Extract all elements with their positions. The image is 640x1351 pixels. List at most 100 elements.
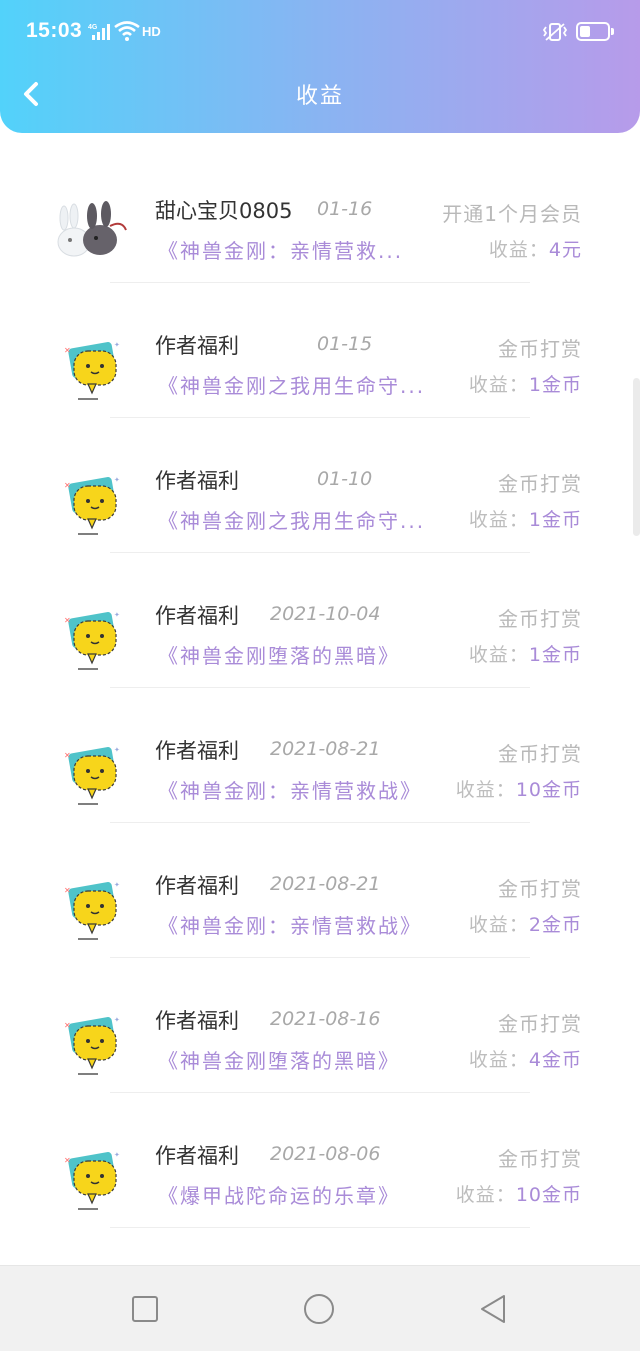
user-name: 作者福利	[155, 874, 239, 898]
item-date: 2021-10-04	[270, 603, 381, 625]
wifi-icon	[114, 21, 140, 45]
vibrate-icon	[542, 22, 568, 46]
item-date: 2021-08-21	[270, 873, 381, 895]
earning-type: 金币打赏	[498, 742, 582, 766]
svg-text:4G: 4G	[88, 24, 98, 31]
svg-text:✦: ✦	[114, 746, 120, 754]
divider	[110, 1227, 530, 1228]
item-date: 2021-08-16	[270, 1008, 381, 1030]
item-date: 01-16	[317, 198, 373, 220]
earning-type: 金币打赏	[498, 607, 582, 631]
chat-bubble-avatar[interactable]: ✕ ✦	[52, 1006, 128, 1080]
chat-bubble-avatar[interactable]: ✕ ✦	[52, 1141, 128, 1215]
book-title[interactable]: 《神兽金刚之我用生命守...	[158, 370, 425, 399]
user-name: 作者福利	[155, 739, 239, 763]
earnings: 收益：2金币	[469, 910, 582, 937]
earning-type: 金币打赏	[498, 1012, 582, 1036]
system-nav-bar	[0, 1265, 640, 1351]
earning-type: 金币打赏	[498, 877, 582, 901]
svg-text:✕: ✕	[64, 616, 71, 625]
item-date: 01-10	[317, 468, 373, 490]
svg-text:✦: ✦	[114, 881, 120, 889]
list-item[interactable]: ✕ ✦ 作者福利 2021-08-21 金币打赏 《神兽金刚：亲情营救战》 收益…	[0, 823, 640, 958]
earnings-value: 1金币	[528, 374, 582, 396]
svg-text:✦: ✦	[114, 1016, 120, 1024]
back-nav-button[interactable]	[476, 1292, 510, 1326]
earnings-label: 收益：	[468, 914, 529, 936]
chat-bubble-avatar[interactable]: ✕ ✦	[52, 871, 128, 945]
item-date: 01-15	[317, 333, 373, 355]
earnings: 收益：1金币	[469, 370, 582, 397]
battery-tip	[611, 28, 614, 35]
earnings-label: 收益：	[468, 1049, 529, 1071]
list-item[interactable]: ✕ ✦ 作者福利 2021-10-04 金币打赏 《神兽金刚堕落的黑暗》 收益：…	[0, 553, 640, 688]
earnings-value: 10金币	[515, 1184, 582, 1206]
earnings: 收益：1金币	[469, 505, 582, 532]
user-name: 作者福利	[155, 334, 239, 358]
book-title[interactable]: 《神兽金刚之我用生命守...	[158, 505, 425, 534]
book-title[interactable]: 《神兽金刚堕落的黑暗》	[158, 640, 400, 669]
status-bar: 15:03 4G HD	[0, 0, 640, 66]
svg-text:✕: ✕	[64, 481, 71, 490]
list-item[interactable]: ✕ ✦ 作者福利 01-15 金币打赏 《神兽金刚之我用生命守... 收益：1金…	[0, 283, 640, 418]
recent-apps-button[interactable]	[128, 1292, 162, 1326]
user-name: 作者福利	[155, 604, 239, 628]
earnings-label: 收益：	[455, 779, 516, 801]
book-title[interactable]: 《神兽金刚：亲情营救...	[158, 235, 403, 264]
user-name: 作者福利	[155, 1144, 239, 1168]
hd-indicator: HD	[142, 24, 161, 39]
svg-text:✕: ✕	[64, 1156, 71, 1165]
earnings-value: 10金币	[515, 779, 582, 801]
earnings: 收益：10金币	[456, 775, 582, 802]
earnings-value: 4金币	[528, 1049, 582, 1071]
chat-bubble-avatar[interactable]: ✕ ✦	[52, 466, 128, 540]
battery-icon	[576, 22, 610, 41]
list-item[interactable]: ✕ ✦ 作者福利 01-10 金币打赏 《神兽金刚之我用生命守... 收益：1金…	[0, 418, 640, 553]
page-title: 收益	[295, 84, 344, 109]
svg-text:✦: ✦	[114, 1151, 120, 1159]
book-title[interactable]: 《爆甲战陀命运的乐章》	[158, 1180, 400, 1209]
earnings-label: 收益：	[488, 239, 549, 261]
earnings-label: 收益：	[468, 509, 529, 531]
earnings: 收益：4金币	[469, 1045, 582, 1072]
book-title[interactable]: 《神兽金刚堕落的黑暗》	[158, 1045, 400, 1074]
home-icon	[304, 1294, 334, 1324]
book-title[interactable]: 《神兽金刚：亲情营救战》	[158, 775, 422, 804]
user-name: 作者福利	[155, 469, 239, 493]
earnings-label: 收益：	[468, 374, 529, 396]
earning-type: 金币打赏	[498, 337, 582, 361]
earnings-list: 甜心宝贝0805 01-16 开通1个月会员 《神兽金刚：亲情营救... 收益：…	[0, 148, 640, 1228]
svg-text:✦: ✦	[114, 341, 120, 349]
item-date: 2021-08-06	[270, 1143, 381, 1165]
svg-text:✕: ✕	[64, 346, 71, 355]
earnings-label: 收益：	[455, 1184, 516, 1206]
recent-apps-icon	[132, 1296, 158, 1322]
chat-bubble-avatar[interactable]: ✕ ✦	[52, 736, 128, 810]
list-item[interactable]: ✕ ✦ 作者福利 2021-08-21 金币打赏 《神兽金刚：亲情营救战》 收益…	[0, 688, 640, 823]
earnings: 收益：10金币	[456, 1180, 582, 1207]
earnings-value: 4元	[548, 239, 582, 261]
user-name: 作者福利	[155, 1009, 239, 1033]
rabbit-avatar[interactable]	[52, 196, 128, 270]
earnings-value: 1金币	[528, 509, 582, 531]
svg-text:✦: ✦	[114, 611, 120, 619]
earnings: 收益：1金币	[469, 640, 582, 667]
chat-bubble-avatar[interactable]: ✕ ✦	[52, 331, 128, 405]
svg-text:✕: ✕	[64, 886, 71, 895]
chat-bubble-avatar[interactable]: ✕ ✦	[52, 601, 128, 675]
home-button[interactable]	[302, 1292, 336, 1326]
svg-text:✦: ✦	[114, 476, 120, 484]
earnings-label: 收益：	[468, 644, 529, 666]
svg-text:✕: ✕	[64, 751, 71, 760]
status-time: 15:03	[26, 19, 83, 42]
back-triangle-icon	[481, 1295, 505, 1323]
list-item[interactable]: 甜心宝贝0805 01-16 开通1个月会员 《神兽金刚：亲情营救... 收益：…	[0, 148, 640, 283]
earnings-value: 2金币	[528, 914, 582, 936]
book-title[interactable]: 《神兽金刚：亲情营救战》	[158, 910, 422, 939]
svg-text:✕: ✕	[64, 1021, 71, 1030]
list-item[interactable]: ✕ ✦ 作者福利 2021-08-06 金币打赏 《爆甲战陀命运的乐章》 收益：…	[0, 1093, 640, 1228]
list-item[interactable]: ✕ ✦ 作者福利 2021-08-16 金币打赏 《神兽金刚堕落的黑暗》 收益：…	[0, 958, 640, 1093]
earnings: 收益：4元	[489, 235, 582, 262]
earning-type: 金币打赏	[498, 472, 582, 496]
earning-type: 金币打赏	[498, 1147, 582, 1171]
